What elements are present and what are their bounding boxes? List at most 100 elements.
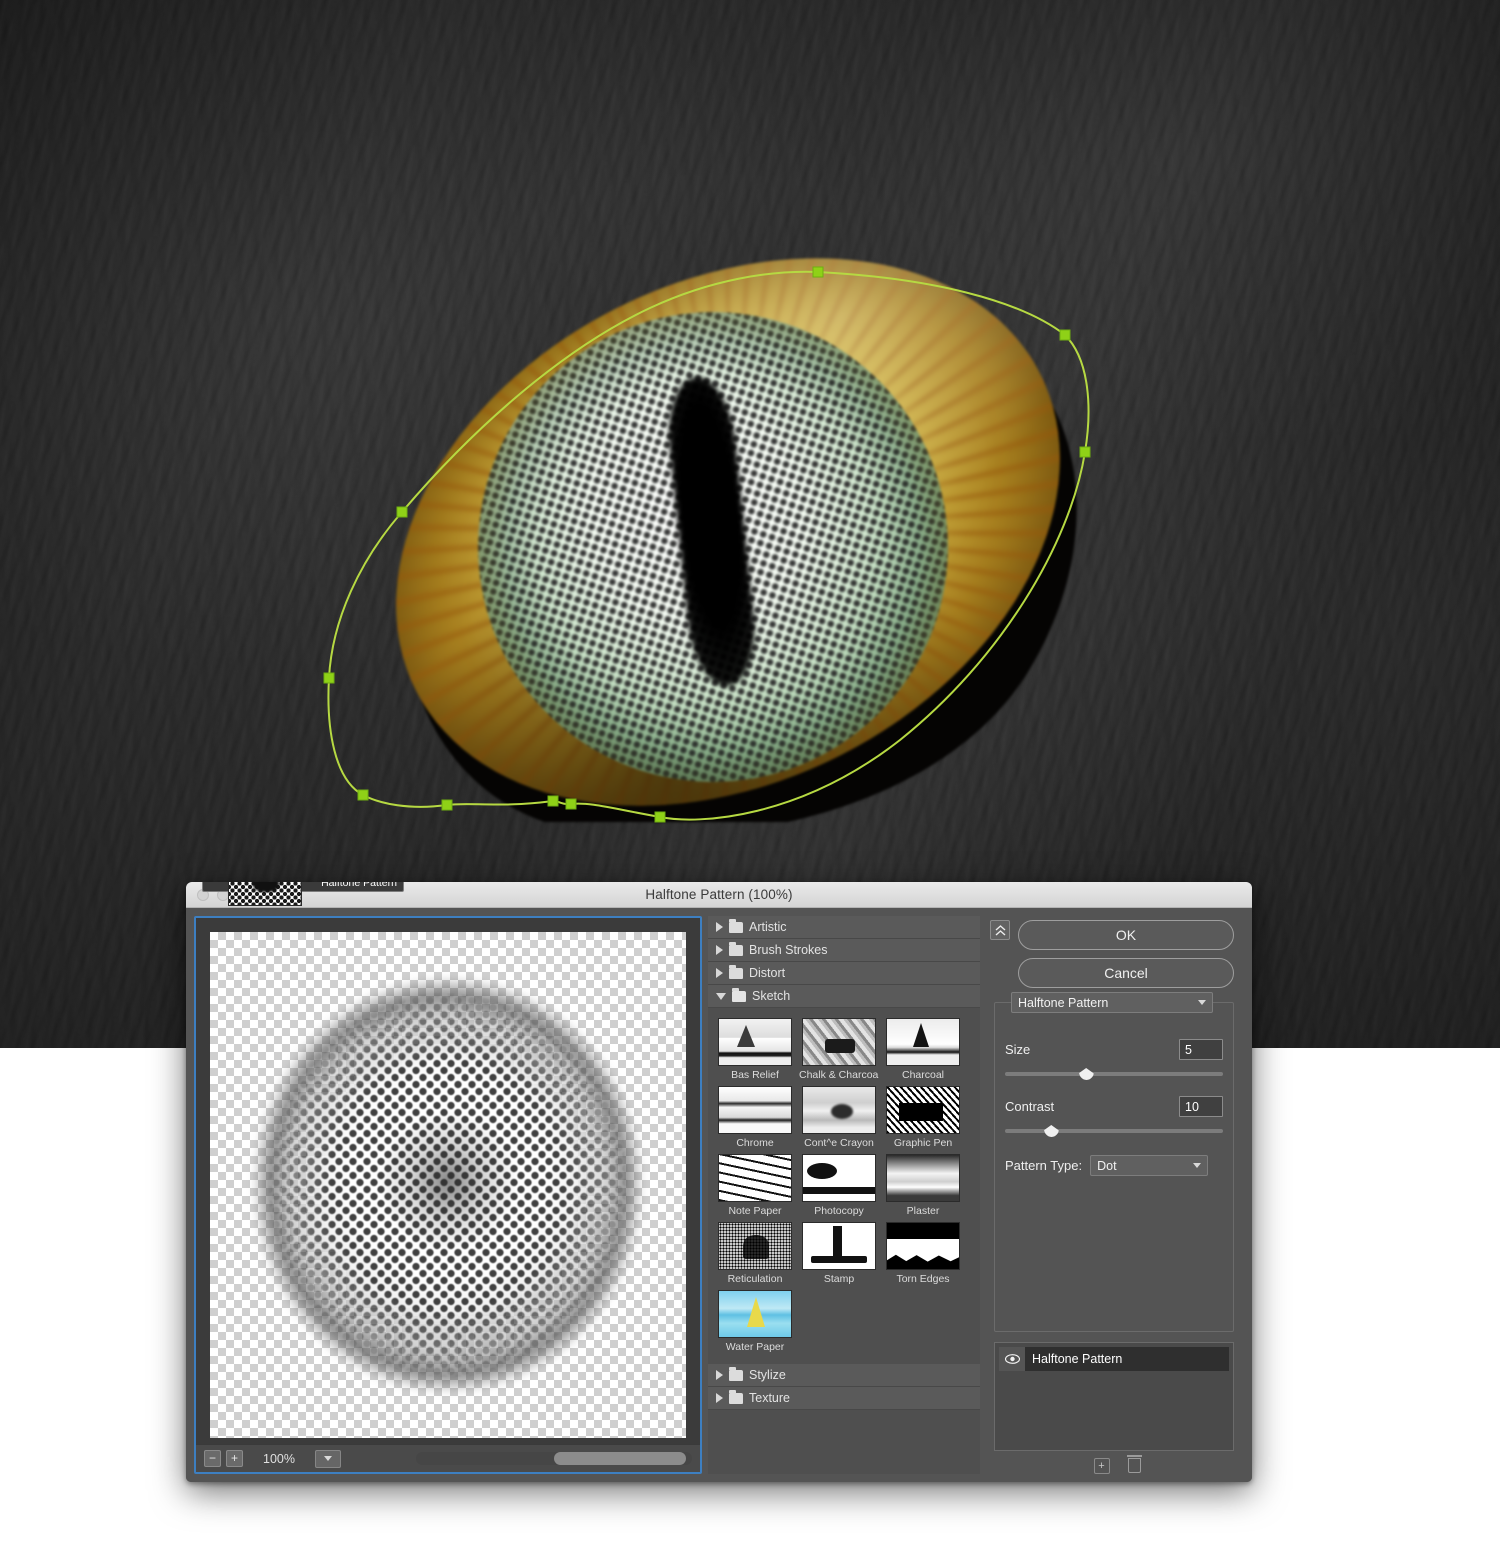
chevron-down-icon — [1193, 1163, 1201, 1168]
filter-thumbnail-image — [886, 1018, 960, 1066]
filter-category-texture[interactable]: Texture — [708, 1387, 980, 1410]
filter-thumbnail-image — [802, 1154, 876, 1202]
filter-categories-pane[interactable]: Artistic Brush Strokes Distort Sketch Bas R… — [708, 916, 980, 1474]
zoom-level-label: 100% — [248, 1452, 310, 1466]
filter-thumb-plaster[interactable]: Plaster — [881, 1151, 965, 1219]
filter-thumbnail-label: Water Paper — [715, 1341, 795, 1353]
screen: Halftone Pattern (100%) − + 100% — [0, 0, 1500, 1545]
filter-category-sketch[interactable]: Sketch — [708, 985, 980, 1008]
collapsed-categories-bottom[interactable]: Stylize Texture — [708, 1364, 980, 1410]
filter-thumbnail-image — [886, 1086, 960, 1134]
filter-thumbnail-image — [718, 1154, 792, 1202]
folder-icon — [732, 991, 746, 1002]
filter-category-label: Brush Strokes — [749, 943, 828, 957]
size-label: Size — [1005, 1042, 1030, 1057]
filter-thumb-cont-e-crayon[interactable]: Cont^e Crayon — [797, 1083, 881, 1151]
filter-thumbnail-image — [802, 1018, 876, 1066]
filter-thumb-stamp[interactable]: Stamp — [797, 1219, 881, 1287]
filter-category-artistic[interactable]: Artistic — [708, 916, 980, 939]
preview-scrollbar-thumb[interactable] — [554, 1452, 686, 1465]
filter-thumbnail-label: Chalk & Charcoal — [799, 1069, 879, 1081]
collapsed-categories-top[interactable]: Artistic Brush Strokes Distort Sketch — [708, 916, 980, 1008]
filter-category-distort[interactable]: Distort — [708, 962, 980, 985]
cancel-button[interactable]: Cancel — [1018, 958, 1234, 988]
contrast-slider[interactable] — [1005, 1123, 1223, 1139]
filter-category-label: Stylize — [749, 1368, 786, 1382]
ok-button[interactable]: OK — [1018, 920, 1234, 950]
filter-select-value: Halftone Pattern — [1018, 996, 1108, 1010]
triangle-right-icon — [716, 945, 723, 955]
filter-thumb-note-paper[interactable]: Note Paper — [713, 1151, 797, 1219]
pattern-type-value: Dot — [1097, 1159, 1116, 1173]
filter-thumbnail-image — [802, 1222, 876, 1270]
filter-thumb-torn-edges[interactable]: Torn Edges — [881, 1219, 965, 1287]
eye-icon — [1005, 1354, 1020, 1364]
filter-settings-pane[interactable]: OK Cancel Halftone Pattern Size 5 — [986, 916, 1244, 1474]
zoom-in-button[interactable]: + — [226, 1450, 243, 1467]
filter-thumbnail-label: Halftone Pattern — [321, 882, 397, 889]
filter-category-brush-strokes[interactable]: Brush Strokes — [708, 939, 980, 962]
filter-thumbnail-image — [802, 1086, 876, 1134]
filter-thumb-bas-relief[interactable]: Bas Relief — [713, 1015, 797, 1083]
filter-thumbnail-image — [886, 1222, 960, 1270]
preview-scrollbar[interactable] — [416, 1452, 692, 1465]
filter-thumbnail-label: Cont^e Crayon — [799, 1137, 879, 1149]
preview-halftone-result — [268, 993, 628, 1378]
filter-thumb-charcoal[interactable]: Charcoal — [881, 1015, 965, 1083]
folder-icon — [729, 922, 743, 933]
filter-thumbnail-label: Charcoal — [883, 1069, 963, 1081]
triangle-right-icon — [716, 968, 723, 978]
filter-thumb-photocopy[interactable]: Photocopy — [797, 1151, 881, 1219]
size-input[interactable]: 5 — [1179, 1039, 1223, 1060]
effect-layers-list[interactable]: Halftone Pattern — [994, 1342, 1234, 1451]
filter-thumb-reticulation[interactable]: Reticulation — [713, 1219, 797, 1287]
contrast-input[interactable]: 10 — [1179, 1096, 1223, 1117]
zoom-dropdown-button[interactable] — [315, 1450, 341, 1468]
chevron-down-icon — [1198, 1000, 1206, 1005]
effect-layer-row[interactable]: Halftone Pattern — [999, 1347, 1229, 1371]
filter-category-label: Texture — [749, 1391, 790, 1405]
delete-effect-layer-button[interactable] — [1128, 1458, 1141, 1473]
preview-canvas[interactable] — [210, 932, 686, 1438]
filter-thumbnail-label: Chrome — [715, 1137, 795, 1149]
chevron-down-icon — [324, 1456, 332, 1461]
triangle-right-icon — [716, 922, 723, 932]
collapse-panel-button[interactable] — [990, 920, 1010, 940]
size-slider[interactable] — [1005, 1066, 1223, 1082]
filter-thumb-halftone-pattern[interactable]: Halftone Pattern — [202, 882, 404, 892]
filter-thumb-chrome[interactable]: Chrome — [713, 1083, 797, 1151]
layer-visibility-toggle[interactable] — [999, 1347, 1025, 1371]
filter-thumb-water-paper[interactable]: Water Paper — [713, 1287, 797, 1355]
parameters-group: Halftone Pattern Size 5 Contrast 10 — [994, 1002, 1234, 1332]
triangle-right-icon — [716, 1393, 723, 1403]
filter-thumbnail-label: Torn Edges — [883, 1273, 963, 1285]
folder-icon — [729, 968, 743, 979]
size-slider-thumb[interactable] — [1079, 1068, 1094, 1080]
filter-thumbnail-image — [228, 882, 302, 906]
filter-thumbnail-image — [718, 1290, 792, 1338]
filter-category-stylize[interactable]: Stylize — [708, 1364, 980, 1387]
contrast-slider-thumb[interactable] — [1044, 1125, 1059, 1137]
filter-thumbnail-image — [718, 1222, 792, 1270]
preview-zoom-bar[interactable]: − + 100% — [196, 1444, 700, 1472]
preview-pane[interactable]: − + 100% — [194, 916, 702, 1474]
filter-select-dropdown[interactable]: Halftone Pattern — [1011, 992, 1213, 1013]
filter-category-label: Sketch — [752, 989, 790, 1003]
effect-layers-toolbar[interactable]: + — [990, 1458, 1244, 1474]
zoom-out-button[interactable]: − — [204, 1450, 221, 1467]
pattern-type-label: Pattern Type: — [1005, 1158, 1082, 1173]
filter-thumbnail-image — [718, 1018, 792, 1066]
filter-thumbnail-label: Reticulation — [715, 1273, 795, 1285]
size-slider-track — [1005, 1072, 1223, 1076]
add-effect-layer-button[interactable]: + — [1094, 1458, 1110, 1474]
filter-pane-filler — [708, 1410, 980, 1474]
filter-thumb-graphic-pen[interactable]: Graphic Pen — [881, 1083, 965, 1151]
folder-icon — [729, 1393, 743, 1404]
sketch-filter-thumbnails[interactable]: Bas ReliefChalk & Charcoal Charcoal Chrome… — [708, 1008, 980, 1364]
filter-thumb-chalk-charcoal[interactable]: Chalk & Charcoal — [797, 1015, 881, 1083]
folder-icon — [729, 1370, 743, 1381]
pattern-type-dropdown[interactable]: Dot — [1090, 1155, 1208, 1176]
filter-thumbnail-label: Stamp — [799, 1273, 879, 1285]
filter-gallery-dialog[interactable]: Halftone Pattern (100%) − + 100% — [186, 882, 1252, 1482]
triangle-down-icon — [716, 993, 726, 1000]
